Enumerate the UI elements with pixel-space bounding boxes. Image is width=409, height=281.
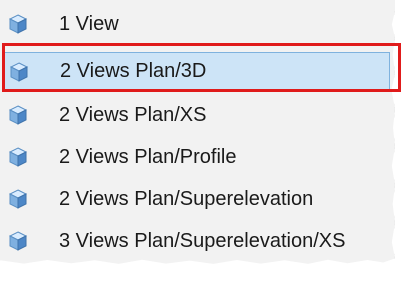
menu-item-label: 2 Views Plan/Profile — [59, 145, 237, 168]
view-cube-icon — [8, 105, 28, 125]
menu-item-label: 2 Views Plan/XS — [59, 103, 207, 126]
selection-highlight-box — [2, 43, 401, 92]
view-cube-icon — [8, 14, 28, 34]
menu-item-2-views-plan-xs[interactable]: 2 Views Plan/XS — [4, 96, 390, 134]
view-cube-icon — [8, 189, 28, 209]
menu-item-2-views-plan-profile[interactable]: 2 Views Plan/Profile — [4, 138, 390, 176]
menu-item-2-views-plan-superelevation[interactable]: 2 Views Plan/Superelevation — [4, 180, 390, 218]
menu-item-label: 1 View — [59, 12, 119, 35]
menu-item-label: 3 Views Plan/Superelevation/XS — [59, 229, 346, 252]
menu-item-1-view[interactable]: 1 View — [4, 5, 390, 43]
view-layout-menu: 1 View 2 Views Plan/3D 2 Views Plan/XS 2… — [0, 0, 395, 264]
view-cube-icon — [8, 147, 28, 167]
menu-item-3-views-plan-superelevation-xs[interactable]: 3 Views Plan/Superelevation/XS — [4, 222, 390, 260]
view-cube-icon — [8, 231, 28, 251]
menu-item-label: 2 Views Plan/Superelevation — [59, 187, 314, 210]
